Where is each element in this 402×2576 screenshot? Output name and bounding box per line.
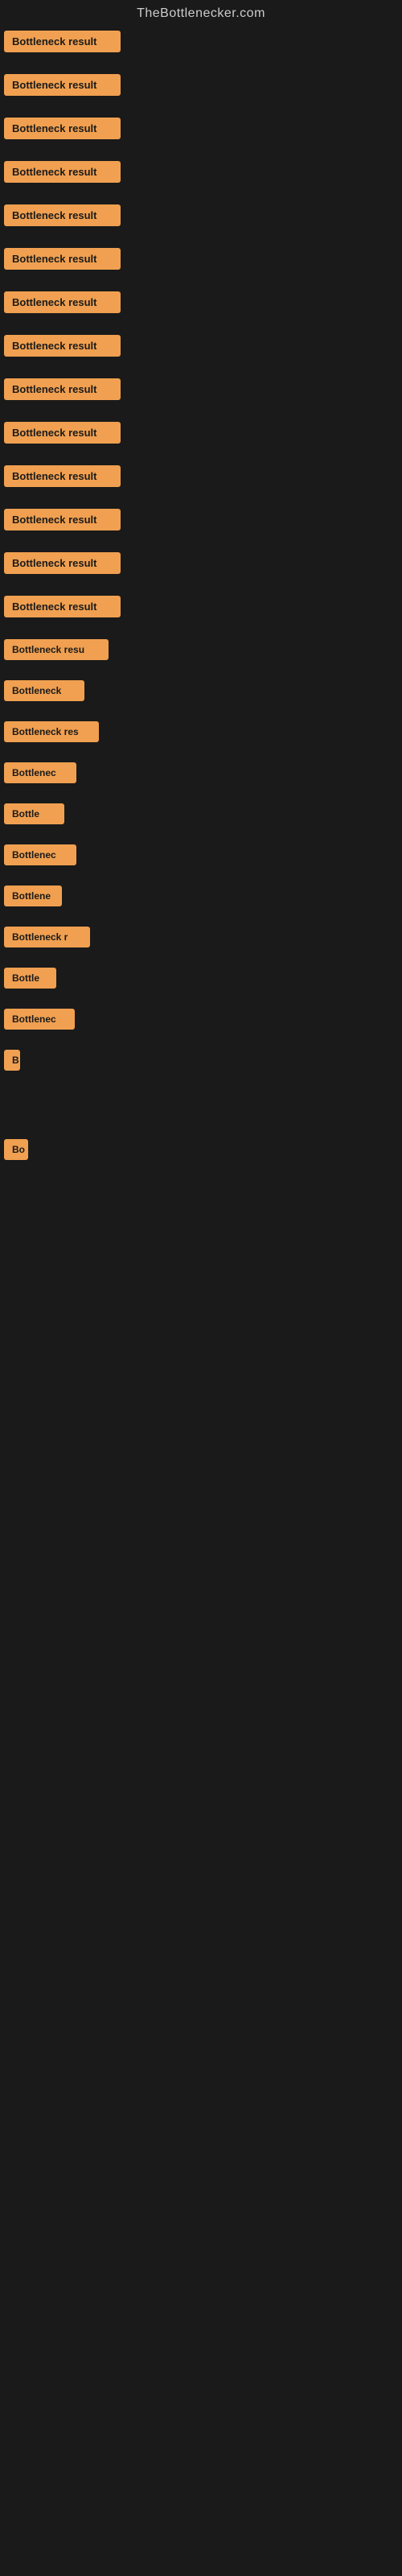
bottleneck-item-24: B (4, 1050, 402, 1075)
site-title: TheBottlenecker.com (0, 0, 402, 31)
bottleneck-item-4: Bottleneck result (4, 204, 402, 230)
bottleneck-item-29: Bo (4, 1139, 402, 1164)
bottleneck-label[interactable]: Bottleneck (4, 680, 84, 701)
bottleneck-item-21: Bottleneck r (4, 927, 402, 952)
bottleneck-label[interactable]: Bottleneck result (4, 74, 121, 96)
bottleneck-item-0: Bottleneck result (4, 31, 402, 56)
bottleneck-item-20: Bottlene (4, 886, 402, 910)
bottleneck-label[interactable]: Bo (4, 1139, 28, 1160)
bottleneck-label[interactable]: Bottleneck result (4, 422, 121, 444)
bottleneck-label[interactable]: Bottlene (4, 886, 62, 906)
page-header: TheBottlenecker.com (0, 0, 402, 31)
bottleneck-list: Bottleneck result Bottleneck result Bottle… (0, 31, 402, 1164)
bottleneck-item-2: Bottleneck result (4, 118, 402, 143)
bottleneck-item-6: Bottleneck result (4, 291, 402, 317)
bottleneck-item-11: Bottleneck result (4, 509, 402, 535)
bottleneck-item-3: Bottleneck result (4, 161, 402, 187)
bottleneck-label[interactable]: Bottleneck r (4, 927, 90, 947)
bottleneck-label[interactable]: Bottleneck result (4, 291, 121, 313)
bottleneck-label[interactable]: Bottleneck result (4, 31, 121, 52)
bottleneck-label[interactable]: Bottleneck res (4, 721, 99, 742)
bottleneck-item-8: Bottleneck result (4, 378, 402, 404)
bottleneck-label[interactable]: Bottleneck result (4, 161, 121, 183)
bottleneck-label[interactable]: Bottleneck result (4, 248, 121, 270)
bottleneck-label[interactable]: Bottlenec (4, 1009, 75, 1030)
bottleneck-item-13: Bottleneck result (4, 596, 402, 621)
bottleneck-item-19: Bottlenec (4, 844, 402, 869)
bottleneck-label[interactable]: Bottlenec (4, 762, 76, 783)
bottleneck-item-17: Bottlenec (4, 762, 402, 787)
bottleneck-label[interactable]: Bottleneck result (4, 596, 121, 617)
bottleneck-item-10: Bottleneck result (4, 465, 402, 491)
bottleneck-label[interactable]: Bottle (4, 968, 56, 989)
bottleneck-label[interactable]: Bottleneck result (4, 118, 121, 139)
bottleneck-label[interactable]: Bottleneck result (4, 204, 121, 226)
bottleneck-item-7: Bottleneck result (4, 335, 402, 361)
bottleneck-label[interactable]: Bottleneck result (4, 335, 121, 357)
bottleneck-item-22: Bottle (4, 968, 402, 993)
bottleneck-label[interactable]: B (4, 1050, 20, 1071)
bottleneck-label[interactable]: Bottlenec (4, 844, 76, 865)
bottleneck-item-23: Bottlenec (4, 1009, 402, 1034)
bottleneck-item-5: Bottleneck result (4, 248, 402, 274)
bottleneck-item-18: Bottle (4, 803, 402, 828)
bottleneck-label[interactable]: Bottleneck result (4, 465, 121, 487)
bottleneck-item-1: Bottleneck result (4, 74, 402, 100)
bottleneck-item-9: Bottleneck result (4, 422, 402, 448)
bottleneck-item-14: Bottleneck resu (4, 639, 402, 664)
bottleneck-label[interactable]: Bottleneck result (4, 378, 121, 400)
bottleneck-item-16: Bottleneck res (4, 721, 402, 746)
bottleneck-label[interactable]: Bottleneck result (4, 552, 121, 574)
bottleneck-item-15: Bottleneck (4, 680, 402, 705)
bottleneck-item-12: Bottleneck result (4, 552, 402, 578)
bottleneck-label[interactable]: Bottleneck result (4, 509, 121, 530)
bottleneck-label[interactable]: Bottleneck resu (4, 639, 109, 660)
bottleneck-label[interactable]: Bottle (4, 803, 64, 824)
